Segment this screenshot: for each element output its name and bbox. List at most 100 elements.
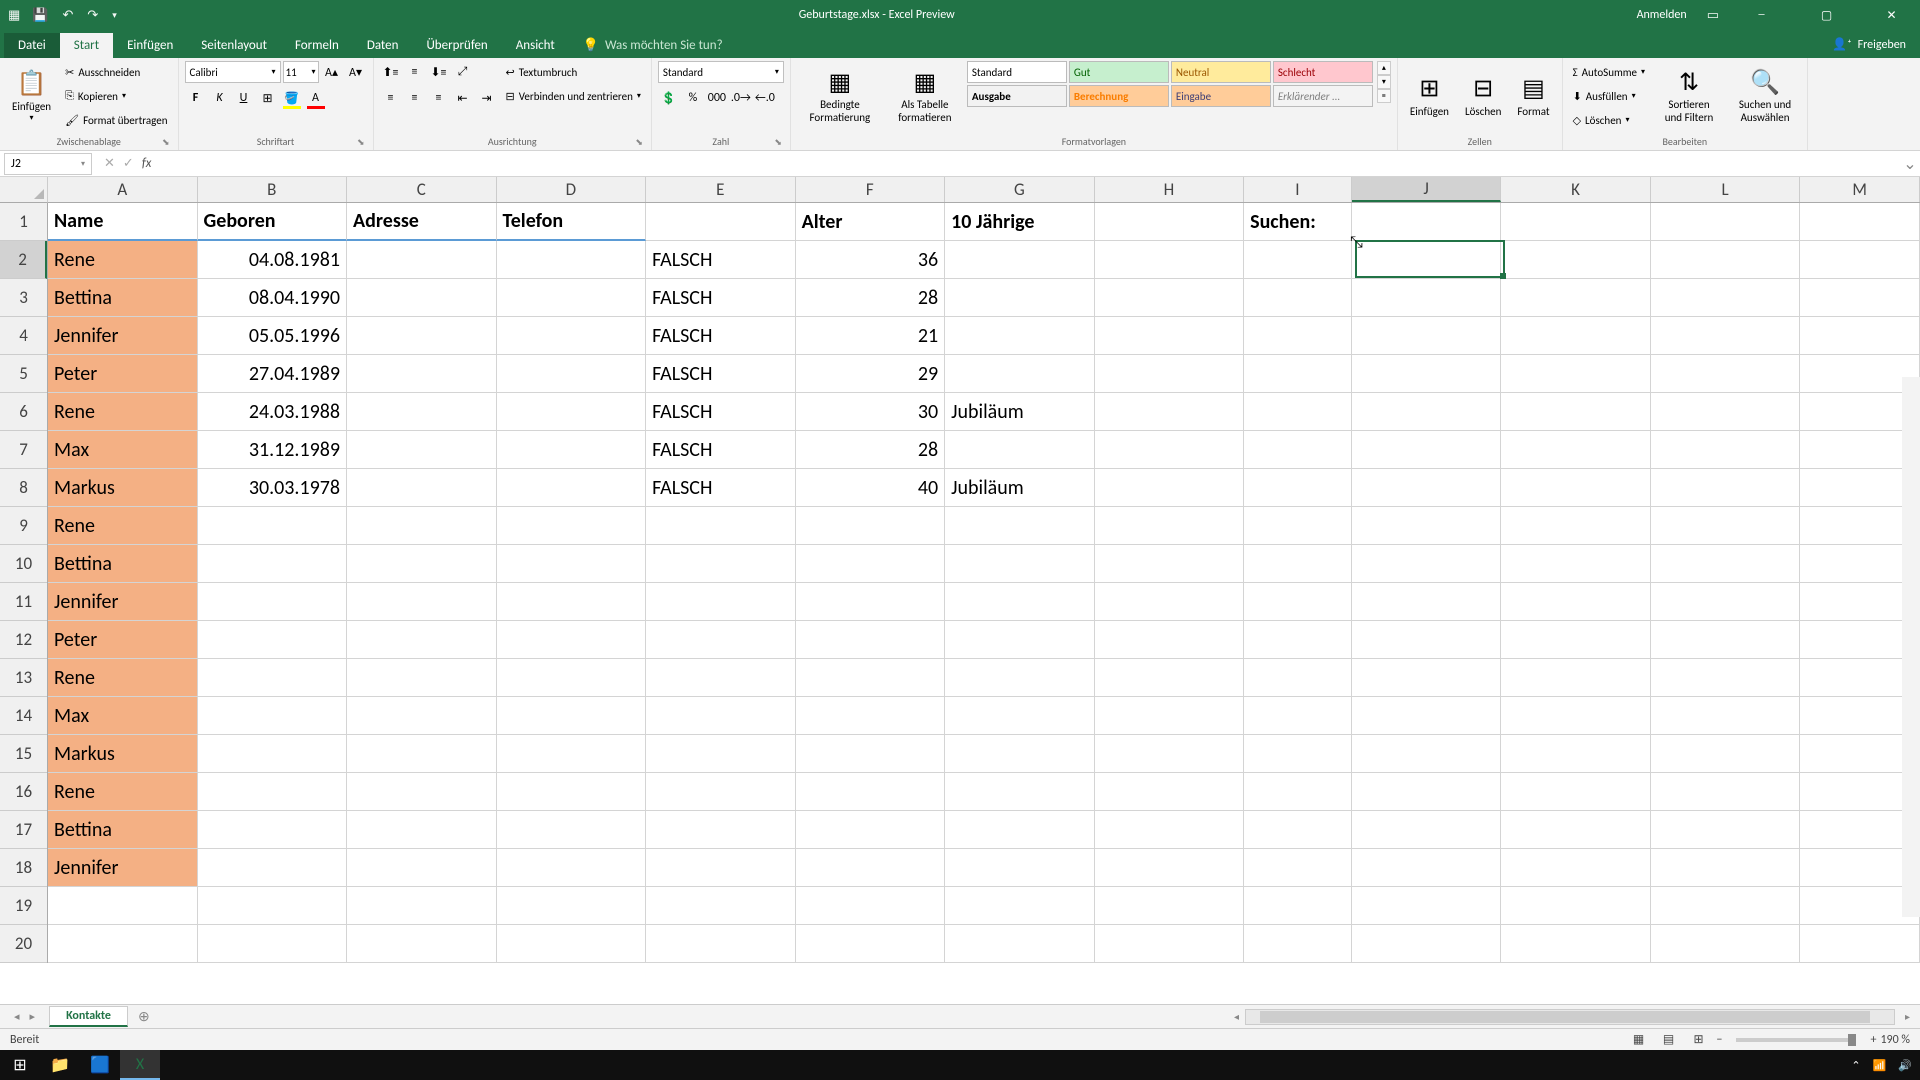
- cell-J14[interactable]: [1352, 697, 1502, 735]
- font-color-button[interactable]: A: [305, 87, 327, 109]
- cell-G1[interactable]: 10 Jährige: [945, 203, 1095, 241]
- cell-F15[interactable]: [796, 735, 946, 773]
- tab-formeln[interactable]: Formeln: [281, 33, 353, 58]
- format-cells-button[interactable]: ▤Format: [1511, 61, 1555, 131]
- cell-H3[interactable]: [1095, 279, 1245, 317]
- cell-E19[interactable]: [646, 887, 796, 925]
- cell-I20[interactable]: [1244, 925, 1352, 963]
- cell-F14[interactable]: [796, 697, 946, 735]
- tray-volume-icon[interactable]: 🔊: [1898, 1059, 1912, 1072]
- zoom-value[interactable]: 190 %: [1880, 1033, 1920, 1047]
- cells-area[interactable]: NameGeborenAdresseTelefonAlter10 Jährige…: [48, 203, 1920, 969]
- select-all-button[interactable]: [0, 177, 48, 203]
- cell-C18[interactable]: [347, 849, 497, 887]
- cell-E16[interactable]: [646, 773, 796, 811]
- row-header-2[interactable]: 2: [0, 241, 47, 279]
- cell-D11[interactable]: [497, 583, 647, 621]
- name-box[interactable]: J2▾: [4, 153, 92, 175]
- cell-J17[interactable]: [1352, 811, 1502, 849]
- tray-network-icon[interactable]: 📶: [1873, 1059, 1887, 1072]
- cell-G15[interactable]: [945, 735, 1095, 773]
- row-header-6[interactable]: 6: [0, 393, 47, 431]
- row-headers[interactable]: 1234567891011121314151617181920: [0, 203, 48, 963]
- cell-F10[interactable]: [796, 545, 946, 583]
- cell-A15[interactable]: Markus: [48, 735, 198, 773]
- cell-L17[interactable]: [1651, 811, 1801, 849]
- close-button[interactable]: ✕: [1869, 0, 1914, 30]
- cell-E13[interactable]: [646, 659, 796, 697]
- col-header-B[interactable]: B: [198, 177, 348, 202]
- row-header-10[interactable]: 10: [0, 545, 47, 583]
- cell-C10[interactable]: [347, 545, 497, 583]
- view-page-layout-button[interactable]: ▤: [1654, 1029, 1682, 1051]
- cell-H16[interactable]: [1095, 773, 1245, 811]
- find-select-button[interactable]: 🔍Suchen und Auswählen: [1729, 61, 1801, 131]
- launcher-icon[interactable]: ⬊: [162, 137, 170, 148]
- col-header-D[interactable]: D: [497, 177, 647, 202]
- cell-H1[interactable]: [1095, 203, 1245, 241]
- cell-K2[interactable]: [1501, 241, 1651, 279]
- row-header-4[interactable]: 4: [0, 317, 47, 355]
- cell-D19[interactable]: [497, 887, 647, 925]
- cell-A19[interactable]: [48, 887, 198, 925]
- cell-A14[interactable]: Max: [48, 697, 198, 735]
- cell-K1[interactable]: [1501, 203, 1651, 241]
- cell-D13[interactable]: [497, 659, 647, 697]
- cell-I8[interactable]: [1244, 469, 1352, 507]
- cell-B15[interactable]: [198, 735, 348, 773]
- col-header-G[interactable]: G: [945, 177, 1095, 202]
- vertical-scrollbar[interactable]: [1902, 377, 1920, 917]
- cell-K16[interactable]: [1501, 773, 1651, 811]
- border-button[interactable]: ⊞: [257, 87, 279, 109]
- cell-H8[interactable]: [1095, 469, 1245, 507]
- cell-L16[interactable]: [1651, 773, 1801, 811]
- row-header-11[interactable]: 11: [0, 583, 47, 621]
- cell-D4[interactable]: [497, 317, 647, 355]
- delete-cells-button[interactable]: ⊟Löschen: [1459, 61, 1507, 131]
- maximize-button[interactable]: ▢: [1804, 0, 1849, 30]
- cell-style-erklaerender[interactable]: Erklärender ...: [1273, 85, 1373, 107]
- cell-M2[interactable]: [1800, 241, 1920, 279]
- cell-J20[interactable]: [1352, 925, 1502, 963]
- cell-G11[interactable]: [945, 583, 1095, 621]
- minimize-button[interactable]: ─: [1739, 0, 1784, 30]
- cell-K14[interactable]: [1501, 697, 1651, 735]
- cell-J13[interactable]: [1352, 659, 1502, 697]
- clear-button[interactable]: ◇Löschen▾: [1569, 109, 1649, 131]
- cell-B10[interactable]: [198, 545, 348, 583]
- cancel-formula-icon[interactable]: ✕: [104, 156, 115, 171]
- tab-datei[interactable]: Datei: [4, 33, 60, 58]
- row-header-17[interactable]: 17: [0, 811, 47, 849]
- cell-F13[interactable]: [796, 659, 946, 697]
- cell-C15[interactable]: [347, 735, 497, 773]
- cell-H19[interactable]: [1095, 887, 1245, 925]
- hscroll-left-icon[interactable]: ◂: [1234, 1010, 1245, 1023]
- cell-A4[interactable]: Jennifer: [48, 317, 198, 355]
- cell-C20[interactable]: [347, 925, 497, 963]
- cell-A9[interactable]: Rene: [48, 507, 198, 545]
- cell-F4[interactable]: 21: [796, 317, 946, 355]
- cell-M3[interactable]: [1800, 279, 1920, 317]
- merge-center-button[interactable]: ⊟Verbinden und zentrieren▾: [502, 85, 645, 107]
- cell-L18[interactable]: [1651, 849, 1801, 887]
- cell-B8[interactable]: 30.03.1978: [198, 469, 348, 507]
- cell-B3[interactable]: 08.04.1990: [198, 279, 348, 317]
- cell-K7[interactable]: [1501, 431, 1651, 469]
- cell-E12[interactable]: [646, 621, 796, 659]
- cell-F12[interactable]: [796, 621, 946, 659]
- cell-B20[interactable]: [198, 925, 348, 963]
- cell-K9[interactable]: [1501, 507, 1651, 545]
- cell-G14[interactable]: [945, 697, 1095, 735]
- cell-A16[interactable]: Rene: [48, 773, 198, 811]
- cell-F20[interactable]: [796, 925, 946, 963]
- cell-E3[interactable]: FALSCH: [646, 279, 796, 317]
- taskbar-explorer[interactable]: 📁: [40, 1050, 80, 1080]
- cell-K18[interactable]: [1501, 849, 1651, 887]
- cell-H2[interactable]: [1095, 241, 1245, 279]
- cell-G19[interactable]: [945, 887, 1095, 925]
- cell-E5[interactable]: FALSCH: [646, 355, 796, 393]
- cell-F11[interactable]: [796, 583, 946, 621]
- wrap-text-button[interactable]: ↩Textumbruch: [502, 61, 645, 83]
- row-header-3[interactable]: 3: [0, 279, 47, 317]
- col-header-H[interactable]: H: [1095, 177, 1245, 202]
